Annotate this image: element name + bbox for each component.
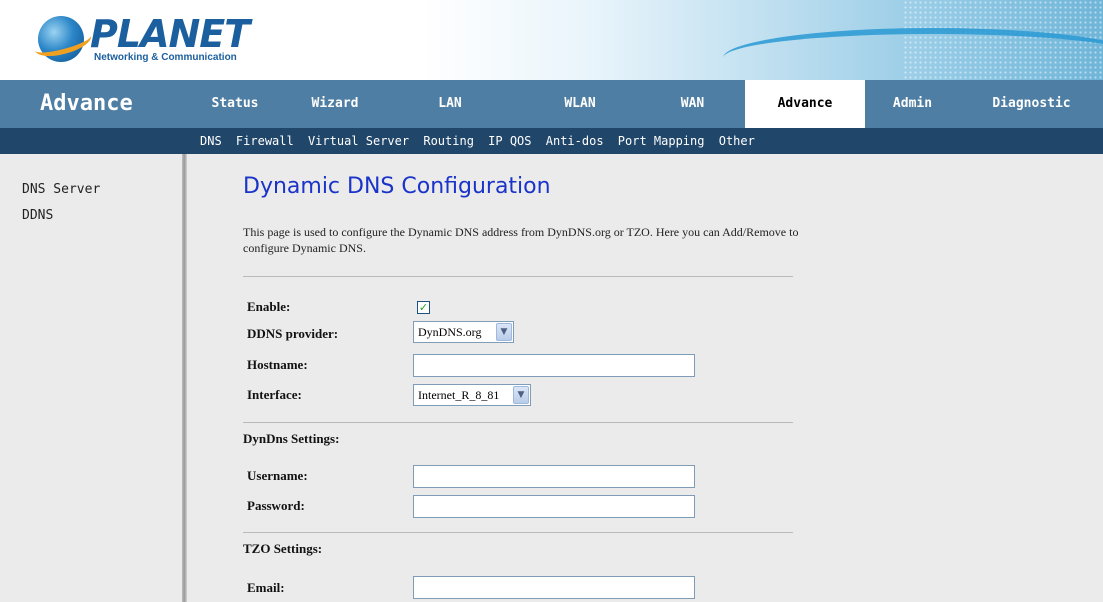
hostname-input[interactable] [413,354,695,377]
subnav-firewall[interactable]: Firewall [236,134,294,148]
subnav-port-mapping[interactable]: Port Mapping [618,134,705,148]
nav-tabs: Status Wizard LAN WLAN WAN Advance Admin… [180,80,1103,128]
tab-wizard[interactable]: Wizard [290,80,380,128]
sub-nav: DNS Firewall Virtual Server Routing IP Q… [0,128,1103,154]
enable-checkbox[interactable]: ✓ [417,301,430,314]
email-label: Email: [247,580,285,595]
tzo-settings-heading: TZO Settings: [243,541,323,556]
interface-value: Internet_R_8_81 [418,388,500,402]
subnav-other[interactable]: Other [719,134,755,148]
subnav-routing[interactable]: Routing [423,134,474,148]
tab-wan[interactable]: WAN [640,80,745,128]
chevron-down-icon: ▼ [513,386,529,404]
subnav-ip-qos[interactable]: IP QOS [488,134,531,148]
tab-status[interactable]: Status [180,80,290,128]
nav-section-title: Advance [40,91,133,116]
subnav-dns[interactable]: DNS [200,134,222,148]
sidebar-item-dns-server[interactable]: DNS Server [22,182,100,197]
enable-label: Enable: [247,299,291,314]
dyndns-settings-heading: DynDns Settings: [243,431,340,446]
hostname-label: Hostname: [247,357,308,372]
tab-admin[interactable]: Admin [865,80,960,128]
subnav-virtual-server[interactable]: Virtual Server [308,134,409,148]
ddns-provider-select[interactable]: DynDNS.org ▼ [413,321,514,343]
interface-label: Interface: [247,387,302,402]
chevron-down-icon: ▼ [496,323,512,341]
main-content: Dynamic DNS Configuration This page is u… [187,154,1103,602]
divider [243,532,793,533]
ddns-provider-label: DDNS provider: [247,326,339,341]
username-input[interactable] [413,465,695,488]
divider [243,422,793,423]
tab-wlan[interactable]: WLAN [520,80,640,128]
tab-advance[interactable]: Advance [745,80,865,128]
tab-diagnostic[interactable]: Diagnostic [960,80,1103,128]
ddns-provider-value: DynDNS.org [418,325,482,339]
divider [243,276,793,277]
main-nav: Advance Status Wizard LAN WLAN WAN Advan… [0,80,1103,128]
email-input[interactable] [413,576,695,599]
password-label: Password: [247,498,305,513]
sidebar: DNS Server DDNS [0,154,182,602]
logo-wordmark: PLANET [90,12,250,56]
page-description: This page is used to configure the Dynam… [243,225,799,255]
tab-lan[interactable]: LAN [380,80,520,128]
header-banner: PLANET Networking & Communication [0,0,1103,80]
subnav-anti-dos[interactable]: Anti-dos [546,134,604,148]
page-title: Dynamic DNS Configuration [243,174,551,199]
password-input[interactable] [413,495,695,518]
planet-logo: PLANET Networking & Communication [32,12,250,68]
username-label: Username: [247,468,308,483]
logo-tagline: Networking & Communication [94,52,237,63]
interface-select[interactable]: Internet_R_8_81 ▼ [413,384,531,406]
sidebar-item-ddns[interactable]: DDNS [22,208,53,223]
